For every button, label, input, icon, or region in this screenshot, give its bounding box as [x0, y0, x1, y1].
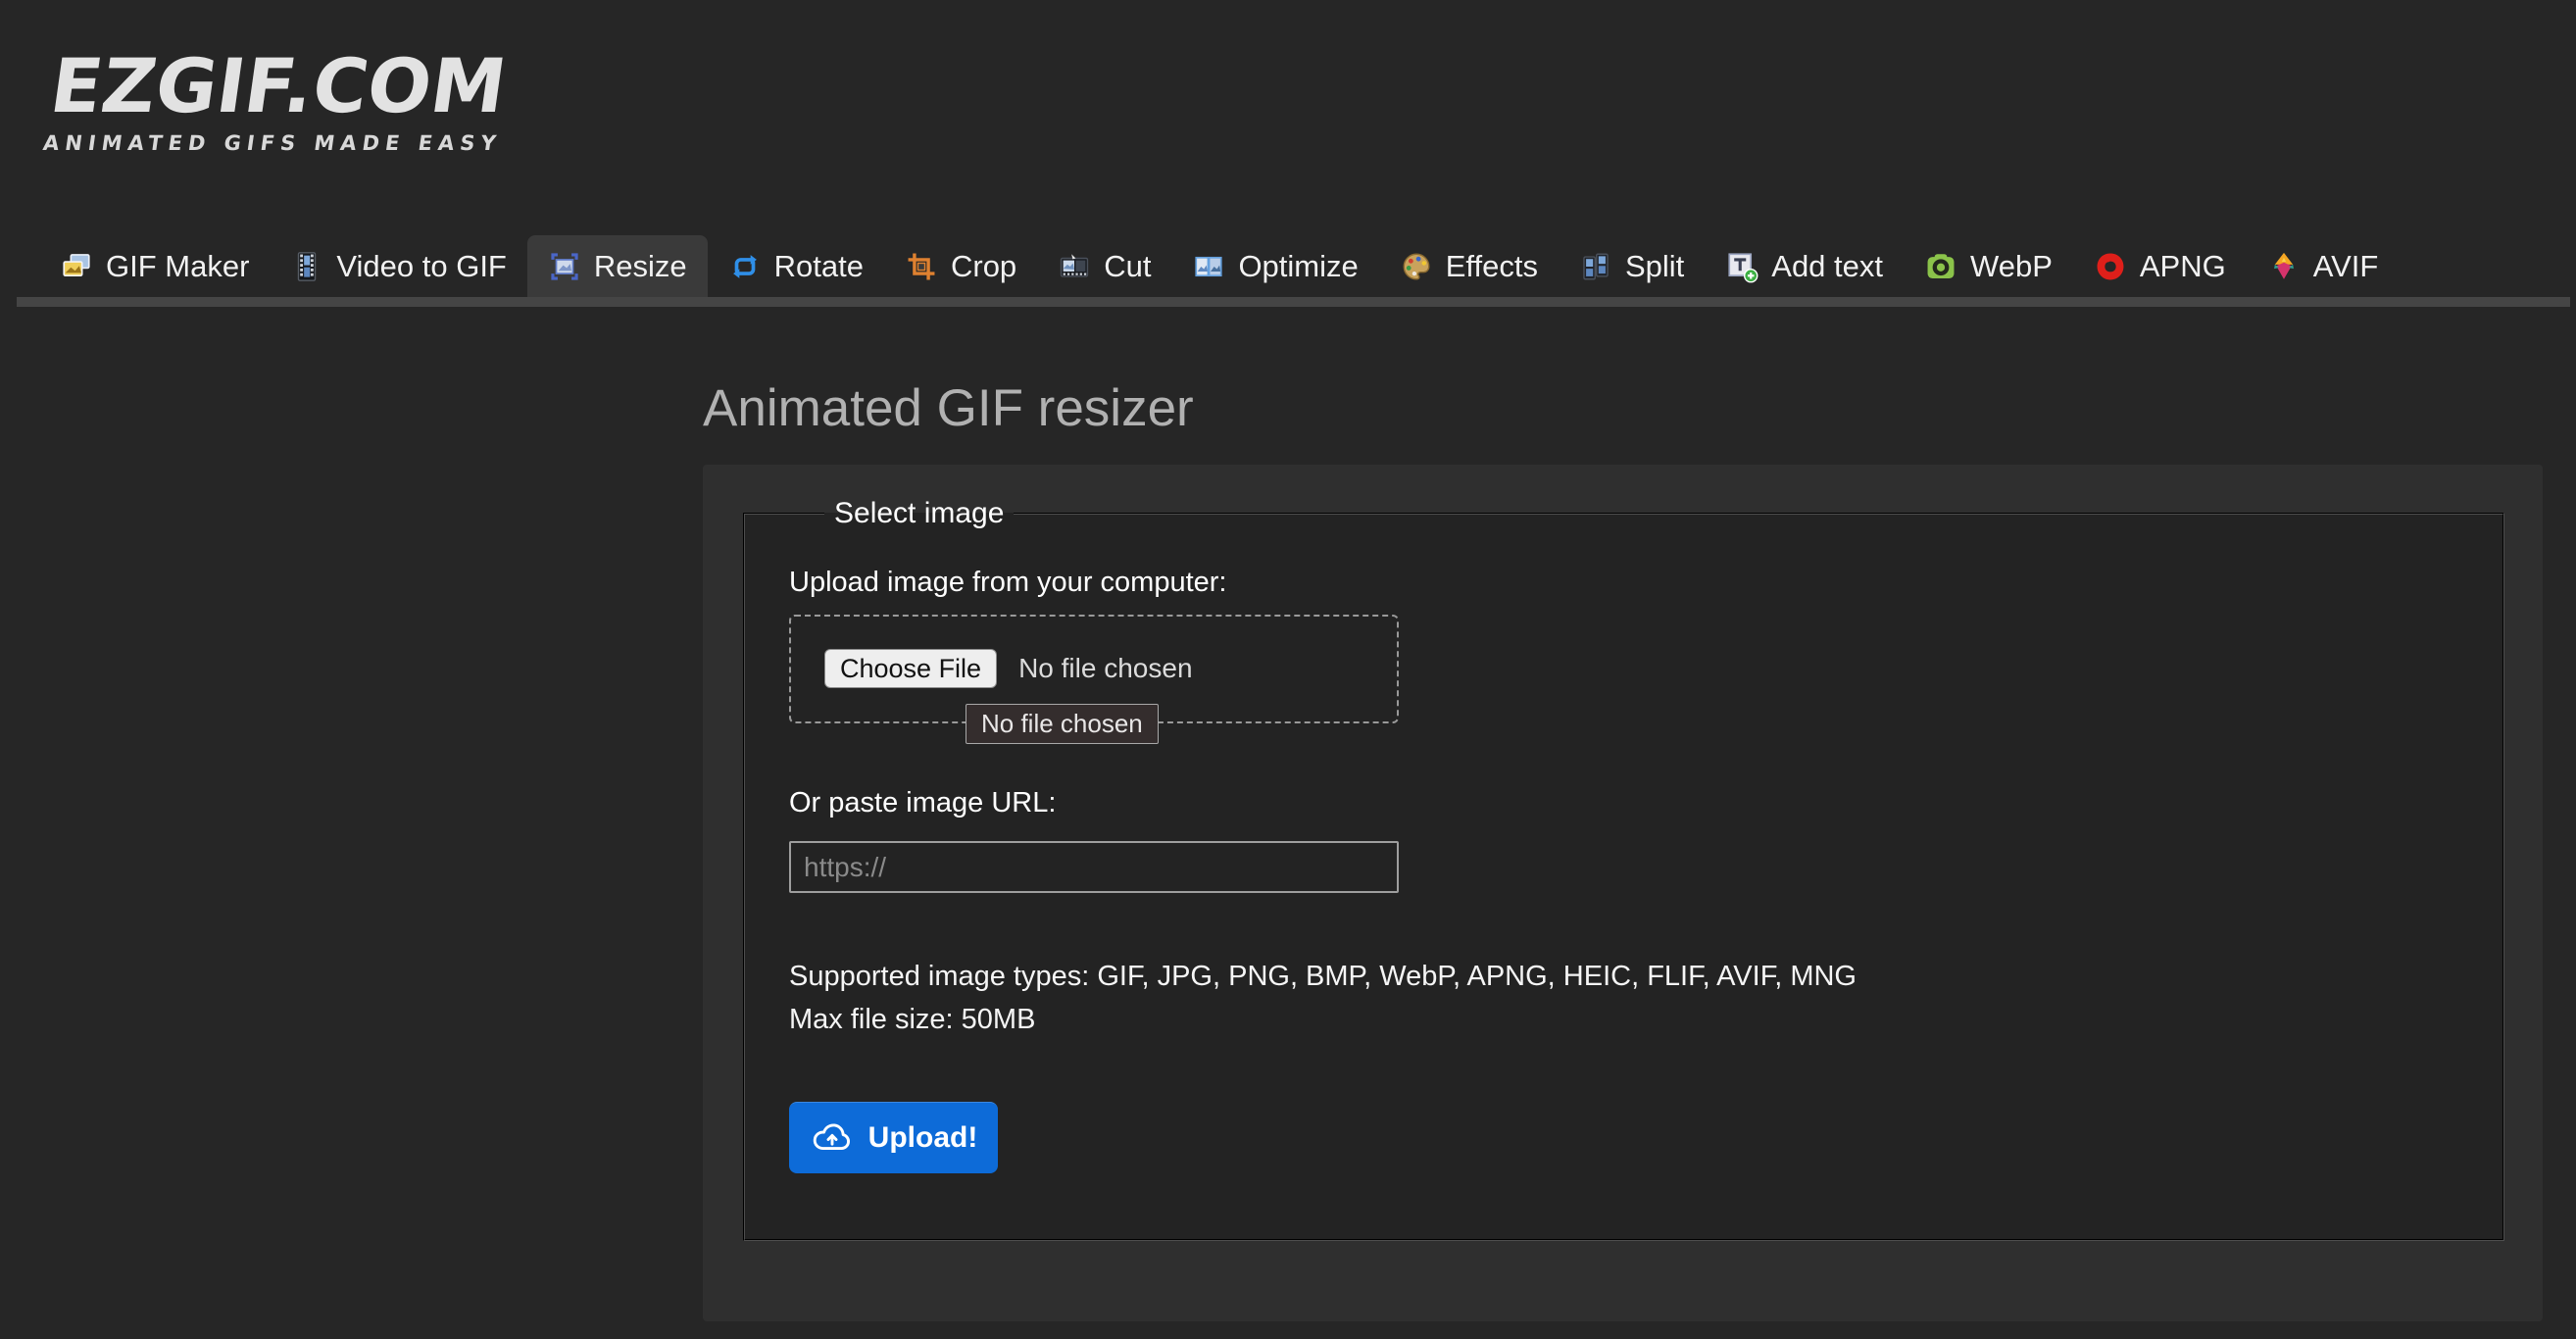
avif-icon [2267, 250, 2301, 283]
gif-maker-icon [60, 250, 93, 283]
nav-item-label: APNG [2140, 249, 2226, 284]
apng-icon [2094, 250, 2127, 283]
no-file-chosen-tooltip: No file chosen [966, 704, 1159, 744]
add-text-icon [1725, 250, 1759, 283]
file-input-row: Choose File No file chosen [791, 617, 1397, 688]
upload-button-label: Upload! [868, 1121, 978, 1155]
nav-item-label: Optimize [1238, 249, 1358, 284]
nav-item-label: Rotate [774, 249, 864, 284]
nav-item-label: Crop [951, 249, 1016, 284]
choose-file-button[interactable]: Choose File [824, 649, 997, 688]
nav-item-gif-maker[interactable]: GIF Maker [39, 235, 270, 297]
paste-url-label: Or paste image URL: [789, 786, 2458, 819]
nav-item-add-text[interactable]: Add text [1705, 235, 1904, 297]
cut-icon [1058, 250, 1091, 283]
split-icon [1579, 250, 1612, 283]
rotate-icon [728, 250, 762, 283]
nav-item-resize[interactable]: Resize [527, 235, 708, 297]
video-to-gif-icon [290, 250, 323, 283]
nav-item-effects[interactable]: Effects [1379, 235, 1559, 297]
nav-item-label: Resize [594, 249, 687, 284]
resize-icon [548, 250, 581, 283]
nav-item-webp[interactable]: WebP [1904, 235, 2073, 297]
no-file-chosen-text: No file chosen [1018, 653, 1192, 684]
supported-types-text: Supported image types: GIF, JPG, PNG, BM… [789, 955, 2458, 1041]
fieldset-legend: Select image [824, 497, 1014, 530]
nav-item-optimize[interactable]: Optimize [1171, 235, 1378, 297]
image-url-input[interactable] [789, 841, 1399, 893]
nav-item-label: Add text [1771, 249, 1883, 284]
nav-item-avif[interactable]: AVIF [2247, 235, 2400, 297]
crop-icon [905, 250, 938, 283]
optimize-icon [1192, 250, 1225, 283]
upload-from-computer-label: Upload image from your computer: [789, 566, 2458, 599]
nav-item-label: GIF Maker [106, 249, 249, 284]
nav-item-cut[interactable]: Cut [1037, 235, 1171, 297]
site-logo-tagline: ANIMATED GIFS MADE EASY [41, 131, 503, 155]
nav-item-split[interactable]: Split [1559, 235, 1705, 297]
effects-icon [1400, 250, 1433, 283]
nav-item-apng[interactable]: APNG [2073, 235, 2247, 297]
nav-item-rotate[interactable]: Rotate [708, 235, 884, 297]
nav-item-label: Split [1625, 249, 1684, 284]
nav-item-label: Video to GIF [336, 249, 506, 284]
site-logo-title: EZGIF.COM [46, 49, 515, 124]
page-title: Animated GIF resizer [703, 378, 1194, 438]
content-panel: Select image Upload image from your comp… [703, 465, 2543, 1321]
supported-types-line: Supported image types: GIF, JPG, PNG, BM… [789, 955, 2458, 998]
nav-underline-strip [17, 297, 2570, 307]
select-image-fieldset: Select image Upload image from your comp… [743, 497, 2504, 1241]
nav-item-crop[interactable]: Crop [884, 235, 1037, 297]
cloud-upload-icon [810, 1116, 855, 1161]
nav-item-label: AVIF [2313, 249, 2379, 284]
site-logo[interactable]: EZGIF.COM ANIMATED GIFS MADE EASY [41, 49, 515, 155]
nav-item-label: Cut [1104, 249, 1151, 284]
file-drop-zone[interactable]: Choose File No file chosen No file chose… [789, 615, 1399, 723]
upload-button[interactable]: Upload! [789, 1102, 998, 1173]
nav-item-label: WebP [1970, 249, 2053, 284]
nav-item-video-to-gif[interactable]: Video to GIF [270, 235, 526, 297]
webp-icon [1924, 250, 1957, 283]
main-nav: GIF Maker Video to GIF Resize [39, 235, 2399, 297]
max-file-size-line: Max file size: 50MB [789, 998, 2458, 1041]
nav-item-label: Effects [1446, 249, 1538, 284]
